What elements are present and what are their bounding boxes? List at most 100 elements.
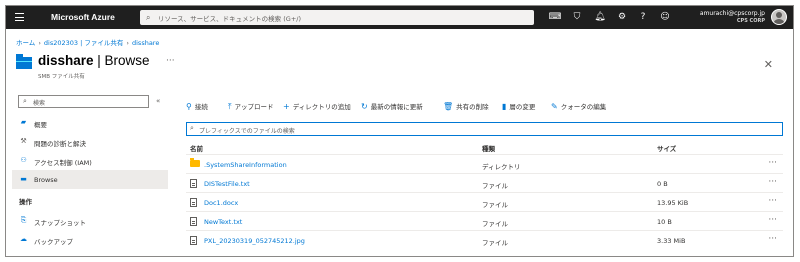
sidebar-item-label: バックアップ xyxy=(34,238,73,246)
portal-window: Microsoft Azure ⌕ リソース、サービス、ドキュメントの検索 (G… xyxy=(5,5,794,257)
brand-label[interactable]: Microsoft Azure xyxy=(51,12,115,22)
upload-label: アップロード xyxy=(234,103,274,111)
collapse-sidebar-icon[interactable]: « xyxy=(156,97,160,105)
sidebar-item-label: 概要 xyxy=(34,121,47,129)
add-directory-label: ディレクトリの追加 xyxy=(292,103,351,111)
notifications-icon[interactable]: 🔔︎ xyxy=(593,11,607,24)
trash-icon: 🗑︎ xyxy=(443,102,454,111)
more-options-icon[interactable]: ··· xyxy=(768,215,777,225)
account-info[interactable]: amurachi@cpscorp.jp CPS CORP xyxy=(700,10,765,24)
table-row[interactable]: .SystemShareInformation ディレクトリ ··· xyxy=(186,154,783,173)
file-name-link[interactable]: Doc1.docx xyxy=(204,199,238,207)
column-header-size[interactable]: サイズ xyxy=(657,143,676,153)
file-icon xyxy=(190,179,197,188)
more-options-icon[interactable]: ··· xyxy=(166,56,175,66)
sidebar-section-operations: 操作 xyxy=(19,198,32,206)
breadcrumb: ホーム › dis202303 | ファイル共有 › disshare xyxy=(16,37,159,47)
top-bar: Microsoft Azure ⌕ リソース、サービス、ドキュメントの検索 (G… xyxy=(6,6,793,29)
refresh-button[interactable]: ↻ 最新の情報に更新 xyxy=(361,101,423,111)
sidebar-item-snapshot[interactable]: ⎘ スナップショット xyxy=(12,211,168,230)
more-options-icon[interactable]: ··· xyxy=(768,158,777,168)
plug-icon: ⚲ xyxy=(186,102,192,111)
more-options-icon[interactable]: ··· xyxy=(768,196,777,206)
title-resource: disshare xyxy=(38,53,94,68)
avatar[interactable] xyxy=(771,9,787,25)
more-options-icon[interactable]: ··· xyxy=(768,177,777,187)
title-blade: | Browse xyxy=(93,53,150,68)
file-name-link[interactable]: DISTestFile.txt xyxy=(204,180,250,188)
sidebar-item-diagnose[interactable]: ⚒ 問題の診断と解決 xyxy=(12,132,168,151)
sidebar-item-label: アクセス制御 (IAM) xyxy=(34,159,92,167)
breadcrumb-home[interactable]: ホーム xyxy=(16,39,35,47)
menu-icon[interactable] xyxy=(15,13,24,21)
more-options-icon[interactable]: ··· xyxy=(768,234,777,244)
cloud-shell-icon[interactable]: ⌨ xyxy=(548,11,562,24)
sidebar-item-iam[interactable]: ⚇ アクセス制御 (IAM) xyxy=(12,151,168,170)
breadcrumb-storage[interactable]: dis202303 | ファイル共有 xyxy=(44,39,123,47)
user-org: CPS CORP xyxy=(736,18,765,24)
delete-share-button[interactable]: 🗑︎ 共有の削除 xyxy=(443,101,489,111)
change-tier-button[interactable]: ▮ 層の変更 xyxy=(502,101,535,111)
connect-button[interactable]: ⚲ 接続 xyxy=(186,101,208,111)
delete-share-label: 共有の削除 xyxy=(456,103,489,111)
column-header-name[interactable]: 名前 xyxy=(190,143,203,153)
file-name-link[interactable]: .SystemShareInformation xyxy=(204,161,287,169)
column-header-type[interactable]: 種類 xyxy=(482,143,495,153)
file-share-icon xyxy=(16,54,32,69)
file-prefix-search-input[interactable]: ⌕ プレフィックスでのファイルの検索 xyxy=(186,122,783,136)
sidebar-item-overview[interactable]: ▰ 概要 xyxy=(12,113,168,132)
breadcrumb-share[interactable]: disshare xyxy=(132,39,159,47)
file-size: 13.95 KiB xyxy=(657,199,689,207)
sidebar-item-label: Browse xyxy=(34,176,58,184)
refresh-icon: ↻ xyxy=(361,102,368,111)
file-icon xyxy=(190,217,197,226)
cloud-backup-icon: ☁ xyxy=(20,235,27,243)
sidebar-item-backup[interactable]: ☁ バックアップ xyxy=(12,230,168,249)
pencil-icon: ✎ xyxy=(551,102,558,111)
table-row[interactable]: Doc1.docx ファイル 13.95 KiB ··· xyxy=(186,192,783,211)
search-icon: ⌕ xyxy=(146,13,151,22)
tier-icon: ▮ xyxy=(502,102,507,111)
upload-button[interactable]: ⤒ アップロード xyxy=(228,101,274,112)
file-type: ファイル xyxy=(482,239,508,247)
overview-icon: ▰ xyxy=(20,118,27,126)
add-directory-button[interactable]: + ディレクトリの追加 xyxy=(283,101,351,111)
page-title: disshare | Browse xyxy=(38,53,150,68)
table-row[interactable]: DISTestFile.txt ファイル 0 B ··· xyxy=(186,173,783,192)
wrench-icon: ⚒ xyxy=(20,137,27,145)
file-icon xyxy=(190,236,197,245)
file-name-link[interactable]: PXL_20230319_052745212.jpg xyxy=(204,237,305,245)
upload-icon: ⤒ xyxy=(228,102,232,111)
table-row[interactable]: NewText.txt ファイル 10 B ··· xyxy=(186,211,783,230)
change-tier-label: 層の変更 xyxy=(509,103,536,111)
directory-filter-icon[interactable]: ⛉ xyxy=(570,11,584,24)
file-type: ファイル xyxy=(482,182,508,190)
file-size: 0 B xyxy=(657,180,668,188)
sidebar-item-browse[interactable]: ▬ Browse xyxy=(12,170,168,189)
sidebar-item-label: スナップショット xyxy=(34,219,86,227)
file-type: ファイル xyxy=(482,201,508,209)
sidebar-item-label: 問題の診断と解決 xyxy=(34,140,86,148)
settings-icon[interactable]: ⚙ xyxy=(615,11,629,24)
file-type: ディレクトリ xyxy=(482,163,521,171)
search-icon: ⌕ xyxy=(23,97,27,105)
search-icon: ⌕ xyxy=(190,124,194,132)
close-icon[interactable]: ✕ xyxy=(764,58,773,71)
file-icon xyxy=(190,198,197,207)
refresh-label: 最新の情報に更新 xyxy=(370,103,423,111)
edit-quota-button[interactable]: ✎ クォータの編集 xyxy=(551,101,606,111)
feedback-icon[interactable]: ☺ xyxy=(658,11,672,24)
file-prefix-search-placeholder: プレフィックスでのファイルの検索 xyxy=(199,128,295,135)
file-size: 3.33 MiB xyxy=(657,237,686,245)
file-name-link[interactable]: NewText.txt xyxy=(204,218,242,226)
sidebar-search-input[interactable]: ⌕ 検索 xyxy=(18,95,149,108)
file-type: ファイル xyxy=(482,220,508,228)
edit-quota-label: クォータの編集 xyxy=(560,103,607,111)
connect-label: 接続 xyxy=(194,103,208,111)
global-search[interactable]: ⌕ リソース、サービス、ドキュメントの検索 (G+/) xyxy=(140,10,534,25)
chevron-right-icon: › xyxy=(38,39,41,47)
people-icon: ⚇ xyxy=(20,156,27,164)
help-icon[interactable]: ? xyxy=(636,11,650,24)
table-row[interactable]: PXL_20230319_052745212.jpg ファイル 3.33 MiB… xyxy=(186,230,783,249)
page-subtitle: SMB ファイル共有 xyxy=(38,74,85,80)
